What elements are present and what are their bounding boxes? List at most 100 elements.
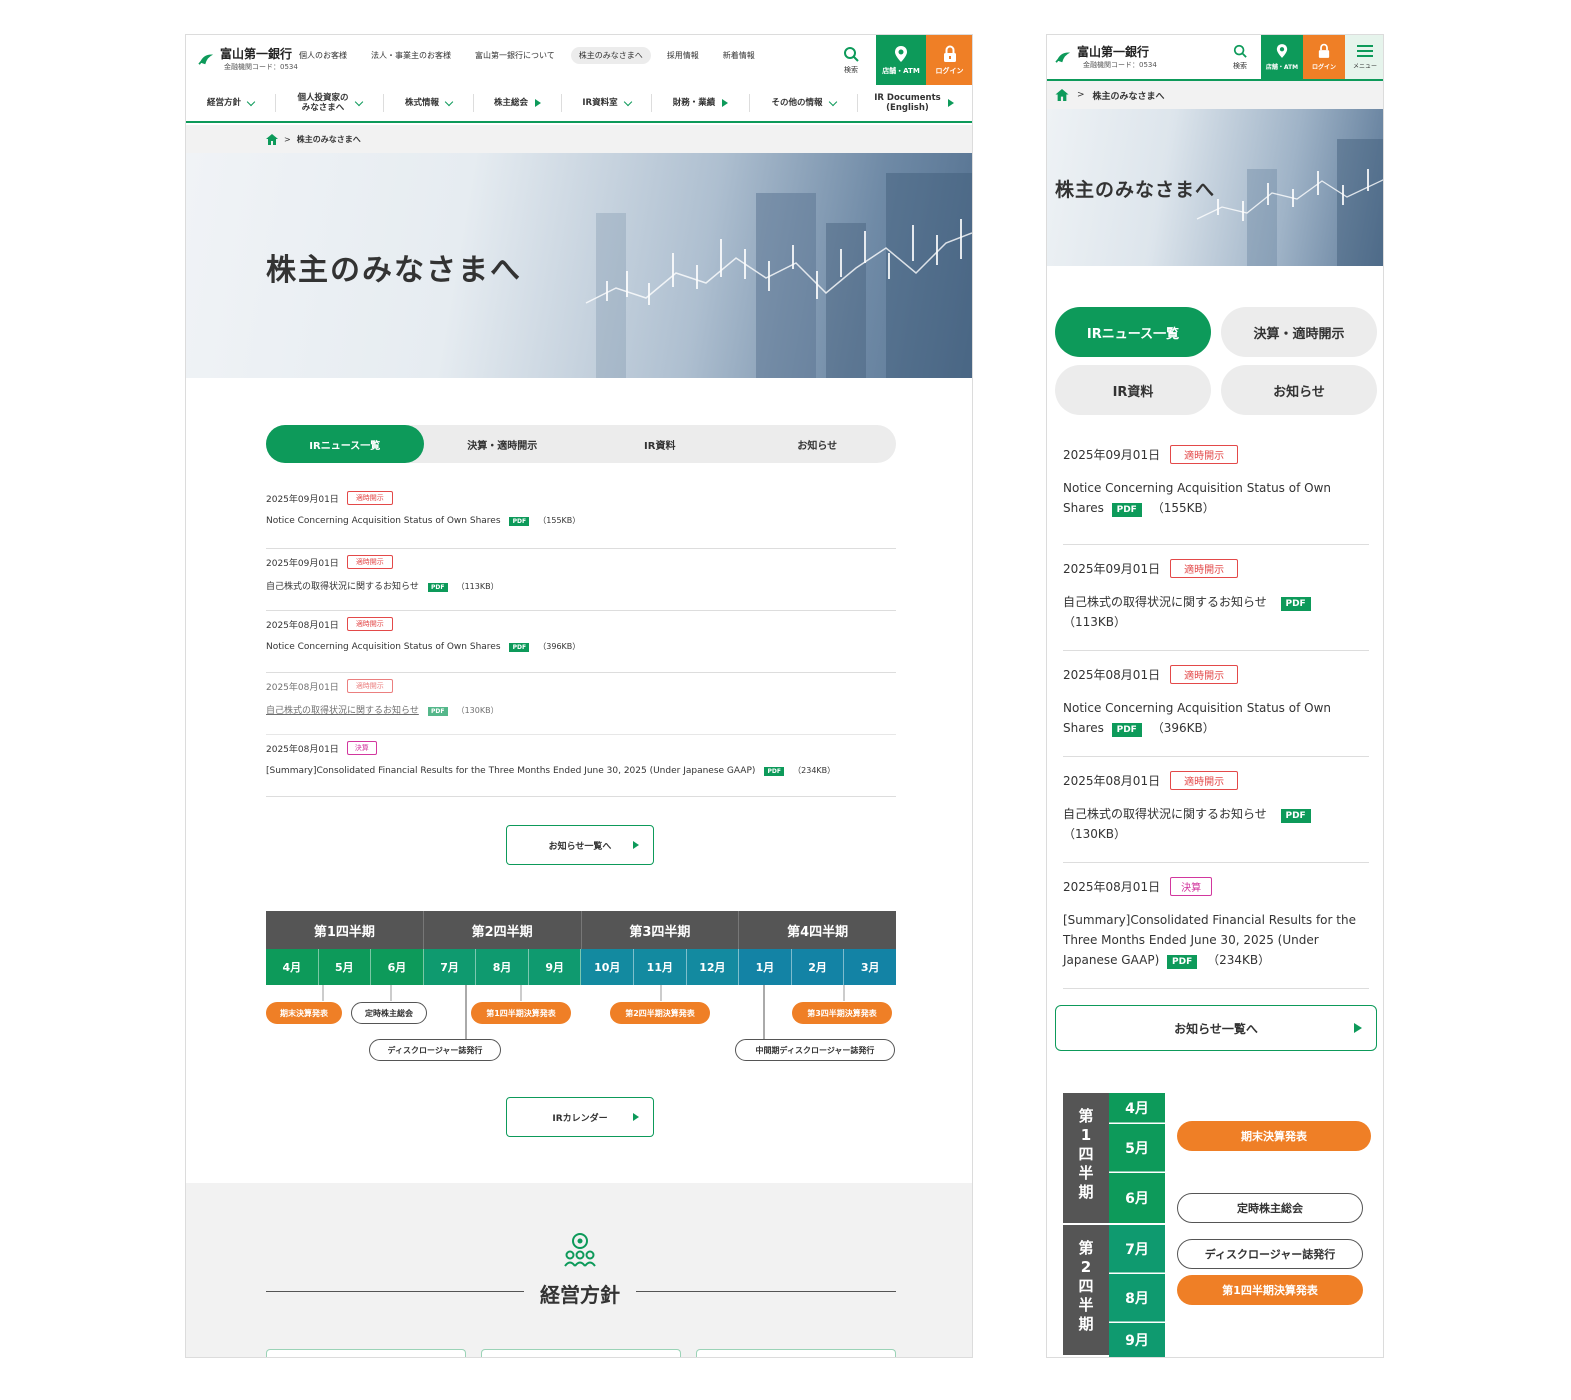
pdf-icon: PDF <box>509 643 530 652</box>
bank-logo-icon <box>198 54 214 65</box>
policy-card[interactable] <box>696 1349 896 1357</box>
news-more-label: お知らせ一覧へ <box>548 841 612 852</box>
pdf-icon: PDF <box>1111 723 1142 737</box>
status-badge: 適時開示 <box>1170 559 1239 578</box>
tab-notices[interactable]: お知らせ <box>1221 365 1377 415</box>
subnav-individual-label: 個人投資家の みなさまへ <box>297 93 349 113</box>
search-button[interactable]: 検索 <box>826 35 876 85</box>
news-date: 2025年08月01日 <box>1063 774 1161 788</box>
month-cell: 3月 <box>844 949 896 985</box>
menu-button[interactable]: メニュー <box>1345 35 1383 79</box>
home-icon[interactable] <box>1055 89 1069 101</box>
pdf-icon: PDF <box>1111 503 1142 517</box>
chevron-down-icon <box>246 97 256 106</box>
news-size: （155KB） <box>538 516 581 525</box>
gnav-shareholders[interactable]: 株主のみなさまへ <box>570 47 651 64</box>
policy-card[interactable] <box>266 1349 466 1357</box>
bank-logo[interactable]: 富山第一銀行 金融機関コード：0534 <box>198 45 298 72</box>
ir-calendar-button[interactable]: IRカレンダー <box>506 1097 654 1137</box>
news-title[interactable]: [Summary]Consolidated Financial Results … <box>266 766 755 776</box>
month-cell: 5月 <box>318 949 372 985</box>
news-size: （234KB） <box>1207 953 1271 967</box>
news-size: （396KB） <box>538 642 581 651</box>
month-cell <box>1109 1357 1165 1358</box>
list-item[interactable]: 2025年09月01日 適時開示 自己株式の取得状況に関するお知らせ PDF （11… <box>1063 545 1369 651</box>
subnav-irlib[interactable]: IR資料室 <box>562 94 652 112</box>
news-date: 2025年09月01日 <box>1063 448 1161 462</box>
news-title[interactable]: 自己株式の取得状況に関するお知らせ <box>266 582 419 592</box>
search-button[interactable]: 検索 <box>1219 35 1261 79</box>
quarter-4-header: 第4四半期 <box>739 911 896 949</box>
subnav-english[interactable]: IR Documents (English) <box>858 93 970 113</box>
tab-ir-materials[interactable]: IR資料 <box>1055 365 1211 415</box>
news-title[interactable]: 自己株式の取得状況に関するお知らせ <box>1063 807 1267 821</box>
news-more-button[interactable]: お知らせ一覧へ <box>1055 1005 1377 1051</box>
quarter-3-header: 第3四半期 <box>581 911 740 949</box>
tab-ir-materials[interactable]: IR資料 <box>581 425 739 463</box>
list-item[interactable]: 2025年08月01日 適時開示 自己株式の取得状況に関するお知らせ PDF （13… <box>1063 757 1369 863</box>
subnav-policy-label: 経営方針 <box>206 98 241 108</box>
month-cell: 11月 <box>634 949 687 985</box>
event-annual-results: 期末決算発表 <box>266 1002 342 1024</box>
subnav-meeting[interactable]: 株主総会 <box>474 94 562 112</box>
news-size: （113KB） <box>456 582 499 591</box>
news-title[interactable]: Notice Concerning Acquisition Status of … <box>266 516 501 526</box>
bank-logo-icon <box>1055 52 1071 63</box>
subnav-stock[interactable]: 株式情報 <box>384 94 474 112</box>
list-item[interactable]: 2025年08月01日 決算 [Summary]Consolidated Fina… <box>266 735 896 797</box>
login-button[interactable]: ログイン <box>926 35 972 85</box>
arrow-right-icon <box>947 99 954 107</box>
subnav-policy[interactable]: 経営方針 <box>186 94 276 112</box>
list-item[interactable]: 2025年09月01日 適時開示 Notice Concerning Acquis… <box>1063 439 1369 545</box>
gnav-recruit[interactable]: 採用情報 <box>659 47 707 64</box>
month-cell: 10月 <box>581 949 635 985</box>
hero-title: 株主のみなさまへ <box>1055 179 1216 201</box>
event-shareholders-meeting: 定時株主総会 <box>1177 1193 1363 1223</box>
news-date: 2025年08月01日 <box>266 744 339 755</box>
tab-notices[interactable]: お知らせ <box>739 425 897 463</box>
news-more-button[interactable]: お知らせ一覧へ <box>506 825 654 865</box>
pdf-icon: PDF <box>1280 597 1311 611</box>
gnav-news[interactable]: 新着情報 <box>715 47 763 64</box>
breadcrumb-separator: > <box>1077 90 1085 100</box>
month-cell: 7月 <box>423 949 477 985</box>
bank-logo[interactable]: 富山第一銀行 金融機関コード：0534 <box>1055 43 1157 70</box>
month-cell: 1月 <box>739 949 792 985</box>
quarter-2-header: 第2四半期 <box>423 911 582 949</box>
news-list: 2025年09月01日 適時開示 Notice Concerning Acquis… <box>1063 439 1369 989</box>
news-list: 2025年09月01日 適時開示 Notice Concerning Acquis… <box>266 487 896 797</box>
tab-ir-news[interactable]: IRニュース一覧 <box>266 425 424 463</box>
menu-label: メニュー <box>1352 63 1377 70</box>
subnav-other[interactable]: その他の情報 <box>750 94 858 112</box>
quarter-1-header: 第1四半期 <box>266 911 424 949</box>
status-badge: 適時開示 <box>1170 771 1239 790</box>
list-item[interactable]: 2025年08月01日 適時開示 Notice Concerning Acquis… <box>1063 651 1369 757</box>
section-title: 経営方針 <box>540 1283 620 1307</box>
list-item[interactable]: 2025年09月01日 適時開示 Notice Concerning Acquis… <box>266 487 896 549</box>
list-item[interactable]: 2025年08月01日 決算 [Summary]Consolidated Fina… <box>1063 863 1369 989</box>
tab-disclosure[interactable]: 決算・適時開示 <box>1221 307 1377 357</box>
news-date: 2025年09月01日 <box>266 558 339 569</box>
subnav-individual[interactable]: 個人投資家の みなさまへ <box>276 93 384 113</box>
login-button[interactable]: ログイン <box>1303 35 1345 79</box>
news-title[interactable]: Notice Concerning Acquisition Status of … <box>266 642 501 652</box>
tab-ir-news[interactable]: IRニュース一覧 <box>1055 307 1211 357</box>
mobile-view: 富山第一銀行 金融機関コード：0534 検索 店舗・ATM ログイン メニュー … <box>1046 34 1384 1358</box>
list-item[interactable]: 2025年08月01日 適時開示 Notice Concerning Acquis… <box>266 611 896 673</box>
home-icon[interactable] <box>266 133 278 145</box>
event-annual-results: 期末決算発表 <box>1177 1121 1371 1151</box>
subnav-finance[interactable]: 財務・業績 <box>652 94 750 112</box>
policy-card[interactable] <box>481 1349 681 1357</box>
gnav-corporate[interactable]: 法人・事業主のお客様 <box>363 47 459 64</box>
atm-button[interactable]: 店舗・ATM <box>876 35 926 85</box>
news-title[interactable]: 自己株式の取得状況に関するお知らせ <box>266 706 419 716</box>
list-item[interactable]: 2025年09月01日 適時開示 自己株式の取得状況に関するお知らせ PDF （1… <box>266 549 896 611</box>
list-item[interactable]: 2025年08月01日 適時開示 自己株式の取得状況に関するお知らせ PDF （1… <box>266 673 896 735</box>
lock-icon <box>943 45 956 62</box>
gnav-personal[interactable]: 個人のお客様 <box>291 47 355 64</box>
news-title[interactable]: 自己株式の取得状況に関するお知らせ <box>1063 595 1267 609</box>
tab-disclosure[interactable]: 決算・適時開示 <box>424 425 582 463</box>
gnav-about[interactable]: 富山第一銀行について <box>467 47 563 64</box>
bank-code: 金融機関コード：0534 <box>1083 61 1157 69</box>
atm-button[interactable]: 店舗・ATM <box>1261 35 1303 79</box>
